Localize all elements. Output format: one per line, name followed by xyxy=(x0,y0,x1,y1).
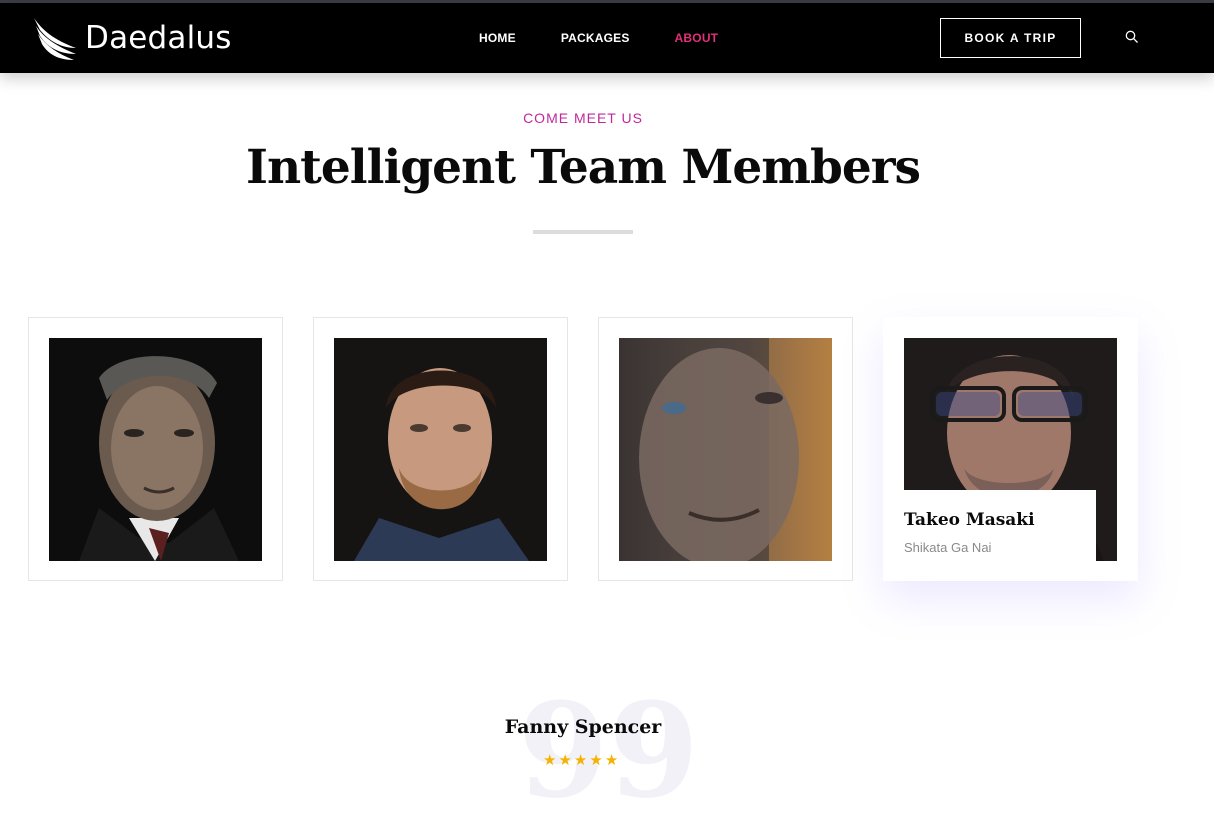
logo-text: Daedalus xyxy=(85,20,232,56)
member-info: Takeo Masaki Shikata Ga Nai xyxy=(904,490,1096,562)
team-card[interactable] xyxy=(313,317,568,581)
star-icon: ★ xyxy=(573,752,588,769)
member-role: Shikata Ga Nai xyxy=(904,540,992,555)
nav-about[interactable]: ABOUT xyxy=(675,31,719,45)
section-eyebrow: COME MEET US xyxy=(523,110,643,126)
star-icon: ★ xyxy=(543,752,557,769)
team-photo xyxy=(334,338,547,561)
section-title: Intelligent Team Members xyxy=(245,140,921,195)
member-name: Takeo Masaki xyxy=(904,510,1035,530)
main-nav: HOME PACKAGES ABOUT xyxy=(479,31,763,45)
wing-logo-icon xyxy=(34,18,76,60)
star-icon: ★ xyxy=(604,752,619,769)
nav-home[interactable]: HOME xyxy=(479,31,516,45)
rating-stars: ★ ★ ★ ★ ★ xyxy=(543,753,618,768)
team-card[interactable] xyxy=(598,317,853,581)
star-icon: ★ xyxy=(558,752,572,769)
testimonial-name: Fanny Spencer xyxy=(504,716,662,738)
nav-packages[interactable]: PACKAGES xyxy=(561,31,630,45)
team-photo xyxy=(619,338,832,561)
site-header: Daedalus HOME PACKAGES ABOUT BOOK A TRIP xyxy=(0,3,1214,73)
title-divider xyxy=(533,230,633,234)
team-card-takeo-masaki[interactable]: Takeo Masaki Shikata Ga Nai xyxy=(883,317,1138,581)
team-photo xyxy=(49,338,262,561)
star-icon: ★ xyxy=(589,752,603,769)
book-a-trip-button[interactable]: BOOK A TRIP xyxy=(940,18,1081,58)
team-card[interactable] xyxy=(28,317,283,581)
search-icon[interactable] xyxy=(1125,30,1139,44)
logo[interactable]: Daedalus xyxy=(32,13,232,63)
quote-icon: 99 xyxy=(518,674,699,827)
